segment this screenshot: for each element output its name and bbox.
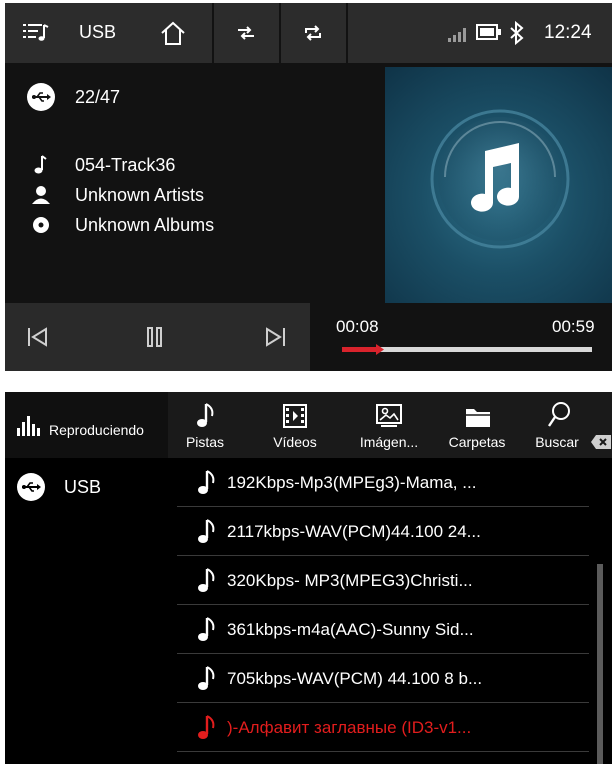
usb-icon <box>27 83 55 111</box>
now-playing-label: Reproduciendo <box>49 422 144 438</box>
music-note-icon <box>197 403 214 427</box>
next-button[interactable] <box>264 327 286 347</box>
file-list: 192Kbps-Mp3(MPEg3)-Mama, ... 2117kbps-WAV… <box>177 458 589 764</box>
elapsed-time: 00:08 <box>336 317 379 336</box>
total-duration: 00:59 <box>552 317 595 336</box>
music-note-icon <box>198 470 215 494</box>
tab-carpetas-label: Carpetas <box>448 434 506 450</box>
tab-imagenes[interactable]: Imágen... <box>353 392 425 458</box>
list-item[interactable]: 320Kbps- MP3(MPEG3)Christi... <box>177 556 589 605</box>
repeat-icon <box>305 25 321 41</box>
music-note-icon <box>198 568 215 592</box>
music-note-icon <box>198 519 215 543</box>
tab-buscar-label: Buscar <box>535 434 579 450</box>
tab-videos-label: Vídeos <box>273 434 317 450</box>
list-item[interactable]: )-Алфавит заглавные (ID3-v1... <box>177 703 589 752</box>
repeat-button[interactable] <box>281 3 346 63</box>
tab-imagenes-label: Imágen... <box>359 434 419 450</box>
tab-carpetas[interactable]: Carpetas <box>445 392 509 458</box>
signal-icon <box>448 28 466 42</box>
backspace-icon[interactable] <box>590 434 612 450</box>
list-item[interactable]: 361kbps-m4a(AAC)-Sunny Sid... <box>177 605 589 654</box>
browser-header: Reproduciendo Pistas Vídeos Imágen... Ca… <box>5 392 612 458</box>
person-icon <box>32 186 50 204</box>
equalizer-icon <box>17 416 40 436</box>
list-item-title: 2117kbps-WAV(PCM)44.100 24... <box>227 522 481 541</box>
progress-area: 00:08 00:59 <box>314 303 612 371</box>
search-icon <box>548 402 570 427</box>
track-count: 22/47 <box>75 86 121 107</box>
shuffle-icon <box>238 26 254 40</box>
playlist-icon[interactable] <box>23 22 49 44</box>
list-item-title: )-Алфавит заглавные (ID3-v1... <box>227 718 472 737</box>
previous-button[interactable] <box>27 327 49 347</box>
track-title: 054-Track36 <box>75 154 176 175</box>
list-item[interactable]: 2117kbps-WAV(PCM)44.100 24... <box>177 507 589 556</box>
title-row: 054-Track36 <box>27 151 175 179</box>
top-status-bar: USB 12:24 <box>5 3 612 63</box>
film-icon <box>283 404 307 428</box>
list-item[interactable]: 705kbps-WAV(PCM) 44.100 8 b... <box>177 654 589 703</box>
music-note-icon <box>198 715 215 739</box>
artist-row: Unknown Artists <box>27 181 204 209</box>
now-playing-button[interactable]: Reproduciendo <box>5 392 168 458</box>
shuffle-button[interactable] <box>214 3 279 63</box>
album-row: Unknown Albums <box>27 211 214 239</box>
source-label: USB <box>79 22 117 42</box>
now-playing-panel: USB 12:24 22/47 054-Track36 Unknown Arti… <box>5 3 612 371</box>
bluetooth-icon <box>510 21 524 45</box>
folder-icon <box>466 409 490 427</box>
music-note-icon <box>34 155 47 174</box>
tab-pistas[interactable]: Pistas <box>177 392 233 458</box>
playback-controls <box>5 303 310 371</box>
media-browser-panel: Reproduciendo Pistas Vídeos Imágen... Ca… <box>5 392 612 764</box>
battery-icon <box>476 24 501 40</box>
scrollbar[interactable] <box>597 564 603 764</box>
album-art-music-icon <box>430 109 570 249</box>
disc-icon <box>33 217 49 233</box>
pause-button[interactable] <box>146 327 164 347</box>
album-art <box>385 67 612 303</box>
clock: 12:24 <box>544 22 592 43</box>
track-info: 22/47 054-Track36 Unknown Artists Unknow… <box>5 63 385 303</box>
music-note-icon <box>198 617 215 641</box>
list-item-title: 192Kbps-Mp3(MPEg3)-Mama, ... <box>227 473 477 492</box>
tab-pistas-label: Pistas <box>185 434 225 450</box>
music-note-icon <box>198 666 215 690</box>
album-name: Unknown Albums <box>75 214 215 235</box>
list-item-title: 320Kbps- MP3(MPEG3)Christi... <box>227 571 473 590</box>
list-item-title: 361kbps-m4a(AAC)-Sunny Sid... <box>227 620 474 639</box>
seek-bar[interactable] <box>342 344 592 355</box>
seek-thumb[interactable] <box>376 344 384 355</box>
image-icon <box>376 404 402 427</box>
list-item[interactable]: 192Kbps-Mp3(MPEg3)-Mama, ... <box>177 458 589 507</box>
sidebar-item-label: USB <box>64 477 102 497</box>
seek-bar-fill <box>342 347 377 352</box>
tab-buscar[interactable]: Buscar <box>529 392 585 458</box>
usb-icon <box>17 473 45 501</box>
home-icon[interactable] <box>159 20 187 46</box>
tab-videos[interactable]: Vídeos <box>267 392 323 458</box>
sidebar-item-usb[interactable]: USB <box>17 470 167 504</box>
source-sidebar: USB <box>5 458 177 764</box>
list-item-title: 705kbps-WAV(PCM) 44.100 8 b... <box>227 669 483 688</box>
track-count-row: 22/47 <box>27 83 120 111</box>
artist-name: Unknown Artists <box>75 184 205 205</box>
